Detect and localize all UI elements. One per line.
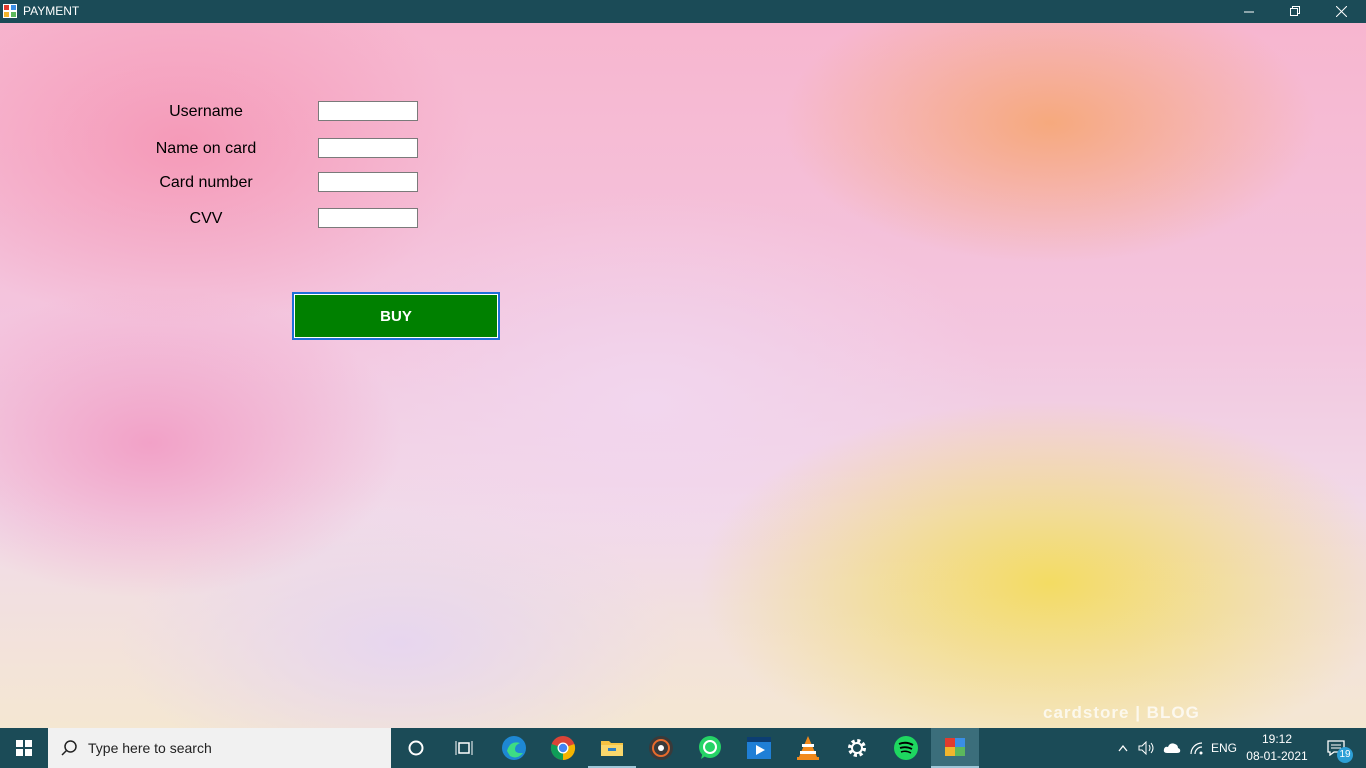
chevron-up-icon	[1118, 744, 1128, 751]
settings-taskbar-button[interactable]	[833, 728, 881, 768]
music-disc-icon	[649, 736, 673, 760]
music-player-taskbar-button[interactable]	[637, 728, 685, 768]
maximize-button[interactable]	[1272, 0, 1318, 23]
name-on-card-label: Name on card	[155, 140, 257, 157]
card-number-label: Card number	[159, 174, 253, 191]
username-input[interactable]	[318, 101, 418, 121]
taskbar-clock[interactable]: 19:12 08-01-2021	[1242, 731, 1312, 765]
spotify-taskbar-button[interactable]	[882, 728, 930, 768]
file-explorer-taskbar-button[interactable]	[588, 728, 636, 768]
username-label: Username	[169, 103, 243, 120]
cvv-label: CVV	[189, 210, 223, 227]
clock-date: 08-01-2021	[1246, 749, 1308, 763]
folder-icon	[601, 741, 623, 756]
network-button[interactable]	[1186, 728, 1208, 768]
task-view-button[interactable]	[440, 728, 488, 768]
close-icon	[1335, 6, 1347, 17]
window-title: PAYMENT	[23, 4, 80, 18]
title-bar: PAYMENT	[0, 0, 1366, 23]
chrome-taskbar-button[interactable]	[539, 728, 587, 768]
payment-app-taskbar-button[interactable]	[931, 728, 979, 768]
search-icon	[61, 740, 77, 756]
edge-taskbar-button[interactable]	[490, 728, 538, 768]
chrome-icon	[550, 736, 576, 761]
buy-button[interactable]: BUY	[292, 292, 500, 340]
whatsapp-icon	[699, 736, 721, 759]
cortana-button[interactable]	[392, 728, 440, 768]
gear-icon	[848, 739, 866, 757]
clock-time: 19:12	[1261, 732, 1293, 746]
name-on-card-input[interactable]	[318, 138, 418, 158]
show-hidden-icons-button[interactable]	[1113, 728, 1133, 768]
onedrive-button[interactable]	[1160, 728, 1184, 768]
task-view-icon	[455, 741, 473, 755]
restore-icon	[1289, 6, 1300, 16]
vlc-taskbar-button[interactable]	[784, 728, 832, 768]
minimize-icon	[1243, 11, 1254, 13]
app-icon	[3, 4, 17, 18]
video-editor-icon	[747, 737, 771, 759]
cloud-icon	[1163, 743, 1181, 753]
notification-count-badge: 19	[1337, 747, 1353, 763]
volume-button[interactable]	[1136, 728, 1158, 768]
payment-form-area: Username Name on card Card number CVV BU…	[0, 23, 1366, 728]
action-center-button[interactable]: 19	[1318, 728, 1354, 768]
video-editor-taskbar-button[interactable]	[735, 728, 783, 768]
language-indicator[interactable]: ENG	[1208, 728, 1240, 768]
minimize-button[interactable]	[1226, 0, 1272, 23]
payment-app-icon	[945, 738, 965, 756]
speaker-icon	[1138, 741, 1154, 755]
cortana-icon	[408, 740, 424, 756]
vlc-cone-icon	[797, 736, 819, 760]
card-number-input[interactable]	[318, 172, 418, 192]
cvv-input[interactable]	[318, 208, 418, 228]
whatsapp-taskbar-button[interactable]	[686, 728, 734, 768]
edge-icon	[502, 736, 526, 760]
wifi-icon	[1190, 742, 1203, 755]
taskbar: Type here to search ENG 19:12 08-01-2021…	[0, 728, 1366, 768]
search-placeholder: Type here to search	[88, 740, 212, 756]
start-button[interactable]	[0, 728, 48, 768]
windows-logo-icon	[16, 740, 32, 756]
background-watermark: cardstore | BLOG	[1043, 703, 1200, 722]
close-button[interactable]	[1318, 0, 1364, 23]
taskbar-search-box[interactable]: Type here to search	[48, 728, 391, 768]
spotify-icon	[894, 736, 918, 760]
